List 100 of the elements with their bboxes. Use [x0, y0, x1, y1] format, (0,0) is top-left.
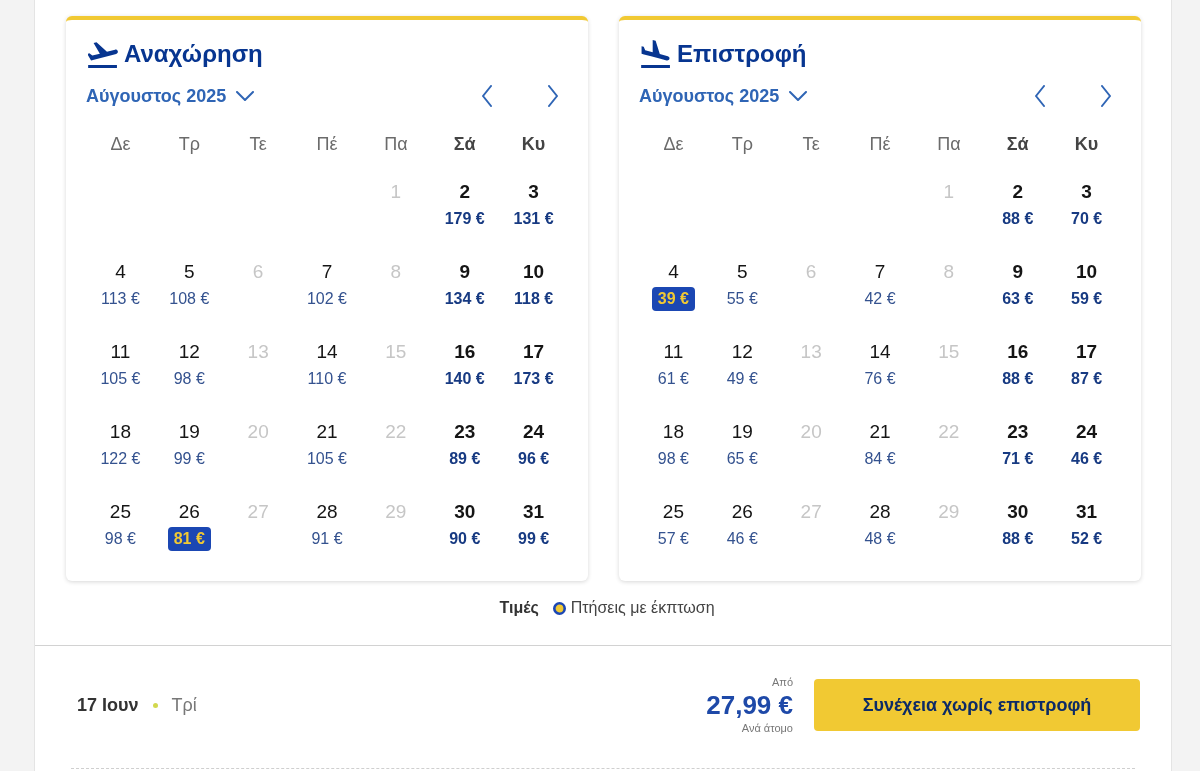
day-price[interactable]: 99 € [173, 447, 205, 471]
day-number[interactable]: 28 [316, 500, 338, 524]
day-number[interactable]: 5 [184, 260, 195, 284]
day-price[interactable]: 90 € [449, 527, 481, 551]
day-price[interactable]: 87 € [1071, 367, 1103, 391]
day-number[interactable]: 24 [523, 420, 545, 444]
day-price[interactable]: 140 € [444, 367, 485, 391]
day-number[interactable]: 16 [454, 340, 476, 364]
day-price[interactable]: 91 € [311, 527, 343, 551]
day-number[interactable]: 9 [1012, 260, 1023, 284]
day-number[interactable]: 21 [316, 420, 338, 444]
day-number[interactable]: 9 [459, 260, 470, 284]
day-number[interactable]: 24 [1076, 420, 1098, 444]
day-number[interactable]: 4 [115, 260, 126, 284]
day-price[interactable]: 89 € [449, 447, 481, 471]
day-price[interactable]: 81 € [167, 527, 211, 551]
day-number[interactable]: 17 [1076, 340, 1098, 364]
day-number: 22 [938, 420, 960, 444]
day-number: 8 [943, 260, 955, 284]
day-price[interactable]: 131 € [513, 207, 554, 231]
day-price[interactable]: 59 € [1071, 287, 1103, 311]
day-number[interactable]: 19 [178, 420, 200, 444]
chevron-right-icon [548, 85, 558, 107]
day-number[interactable]: 21 [869, 420, 891, 444]
day-number[interactable]: 18 [662, 420, 684, 444]
day-price[interactable]: 76 € [864, 367, 896, 391]
day-price[interactable]: 65 € [726, 447, 758, 471]
day-price[interactable]: 122 € [100, 447, 141, 471]
calendar-title: Επιστροφή [677, 40, 807, 68]
day-price[interactable]: 52 € [1071, 527, 1103, 551]
day-price[interactable]: 63 € [1002, 287, 1034, 311]
day-price[interactable]: 71 € [1002, 447, 1034, 471]
day-price[interactable]: 88 € [1002, 527, 1034, 551]
day-number[interactable]: 18 [109, 420, 131, 444]
day-price[interactable]: 134 € [444, 287, 485, 311]
day-number[interactable]: 12 [731, 340, 753, 364]
day-number[interactable]: 11 [663, 340, 684, 364]
day-number[interactable]: 28 [869, 500, 891, 524]
day-price[interactable]: 102 € [306, 287, 347, 311]
day-price[interactable]: 98 € [173, 367, 205, 391]
day-number[interactable]: 30 [454, 500, 476, 524]
day-price[interactable]: 96 € [518, 447, 550, 471]
day-price[interactable]: 110 € [307, 367, 347, 391]
day-number[interactable]: 23 [454, 420, 476, 444]
legend-label: Πτήσεις με έκπτωση [570, 599, 715, 617]
day-number[interactable]: 26 [178, 500, 200, 524]
day-price[interactable]: 48 € [864, 527, 896, 551]
day-number[interactable]: 16 [1007, 340, 1029, 364]
day-price[interactable]: 98 € [657, 447, 689, 471]
day-number[interactable]: 10 [523, 260, 545, 284]
day-number[interactable]: 3 [528, 180, 539, 204]
day-number[interactable]: 2 [459, 180, 470, 204]
weekday-label: Πα [937, 133, 961, 155]
day-number[interactable]: 19 [731, 420, 753, 444]
day-number[interactable]: 31 [523, 500, 545, 524]
day-price[interactable]: 113 € [101, 287, 140, 311]
day-price[interactable]: 105 € [306, 447, 347, 471]
day-price[interactable]: 99 € [518, 527, 550, 551]
day-number[interactable]: 30 [1007, 500, 1029, 524]
weekday-label: Δε [110, 133, 131, 155]
day-number[interactable]: 26 [731, 500, 753, 524]
day-number[interactable]: 5 [737, 260, 748, 284]
continue-button[interactable]: Συνέχεια χωρίς επιστροφή [814, 679, 1140, 731]
day-price[interactable]: 98 € [104, 527, 136, 551]
month-dropdown[interactable]: Αύγουστος 2025 [639, 85, 808, 107]
day-number[interactable]: 14 [869, 340, 891, 364]
day-price[interactable]: 46 € [1071, 447, 1103, 471]
day-price[interactable]: 61 € [657, 367, 689, 391]
day-number[interactable]: 7 [874, 260, 886, 284]
day-number: 1 [390, 180, 402, 204]
day-price[interactable]: 88 € [1002, 207, 1034, 231]
day-number[interactable]: 2 [1012, 180, 1023, 204]
day-number[interactable]: 31 [1076, 500, 1098, 524]
day-price[interactable]: 57 € [657, 527, 689, 551]
day-number[interactable]: 12 [178, 340, 200, 364]
day-number[interactable]: 7 [321, 260, 333, 284]
day-number[interactable]: 23 [1007, 420, 1029, 444]
day-price[interactable]: 55 € [726, 287, 758, 311]
day-price[interactable]: 42 € [864, 287, 896, 311]
day-number[interactable]: 25 [662, 500, 684, 524]
day-number[interactable]: 10 [1076, 260, 1098, 284]
day-price[interactable]: 118 € [514, 287, 554, 311]
day-number[interactable]: 25 [109, 500, 131, 524]
price-prefix: Από [771, 675, 793, 689]
day-price[interactable]: 179 € [444, 207, 485, 231]
day-price[interactable]: 88 € [1002, 367, 1034, 391]
month-dropdown[interactable]: Αύγουστος 2025 [86, 85, 255, 107]
day-price[interactable]: 84 € [864, 447, 896, 471]
day-number[interactable]: 3 [1081, 180, 1092, 204]
day-number[interactable]: 11 [110, 340, 131, 364]
day-price[interactable]: 173 € [513, 367, 554, 391]
day-price[interactable]: 108 € [169, 287, 210, 311]
day-number[interactable]: 14 [316, 340, 338, 364]
day-number[interactable]: 4 [668, 260, 679, 284]
day-price[interactable]: 70 € [1071, 207, 1103, 231]
day-price[interactable]: 105 € [100, 367, 141, 391]
day-price[interactable]: 49 € [726, 367, 758, 391]
day-number[interactable]: 17 [523, 340, 545, 364]
day-price[interactable]: 46 € [726, 527, 758, 551]
day-price[interactable]: 39 € [651, 287, 695, 311]
